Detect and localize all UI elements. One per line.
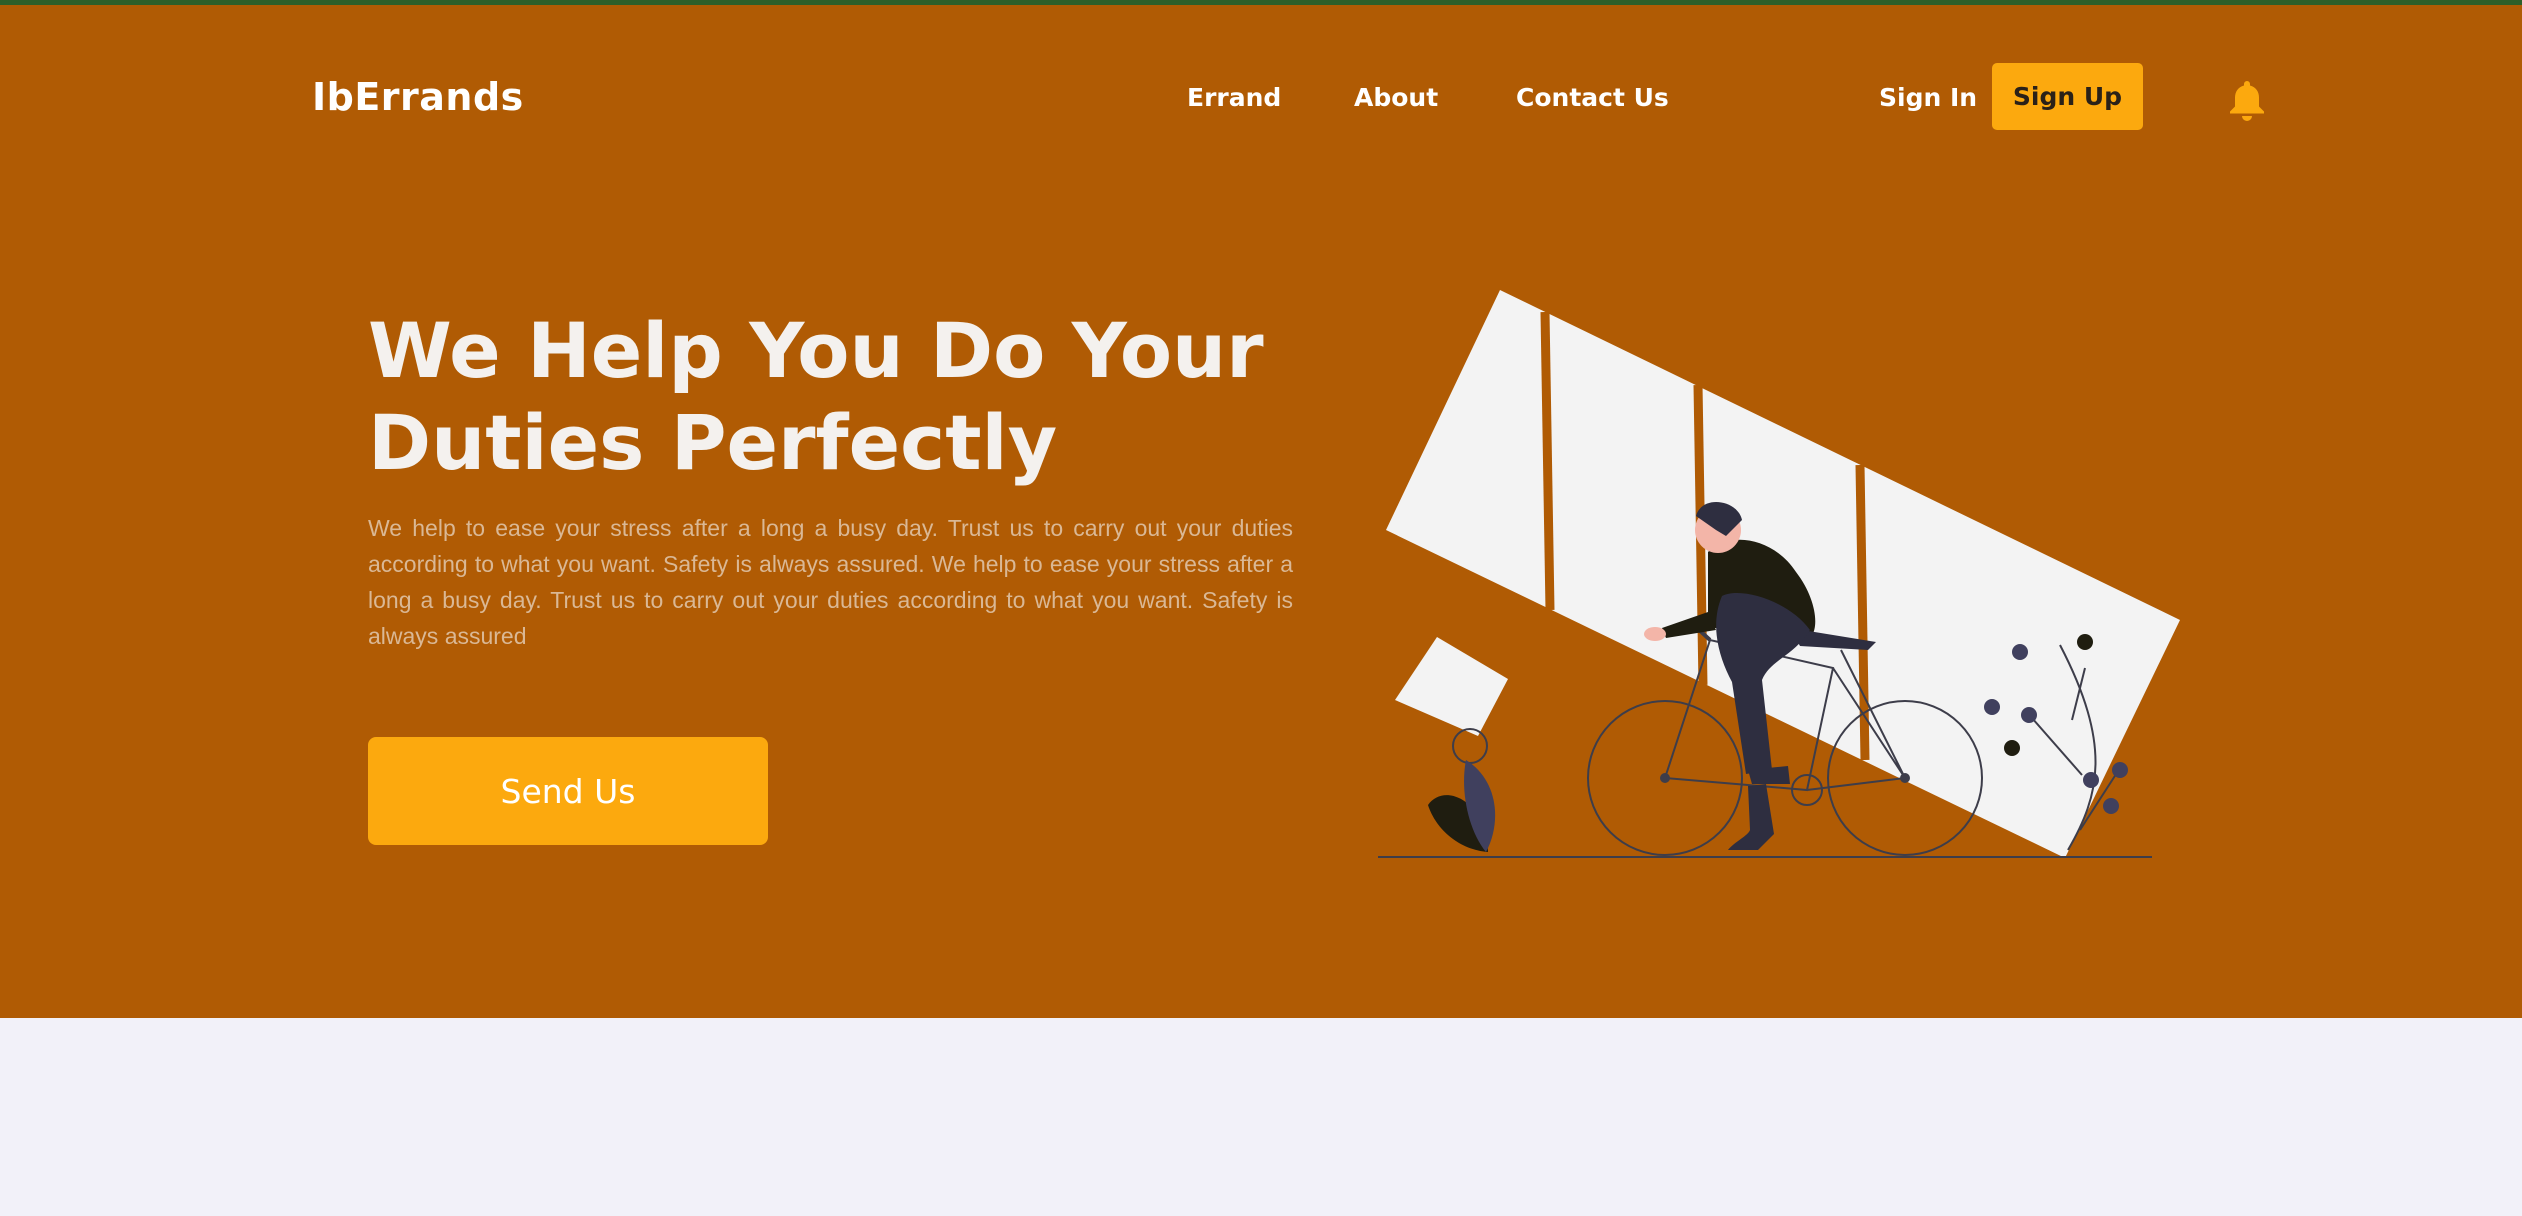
nav-item-contact-us[interactable]: Contact Us [1516, 83, 1669, 112]
nav-item-errand[interactable]: Errand [1187, 83, 1281, 112]
nav-item-about[interactable]: About [1354, 83, 1438, 112]
hero-headline: We Help You Do Your Duties Perfectly [368, 306, 1264, 487]
hero-description: We help to ease your stress after a long… [368, 515, 1293, 649]
send-us-button[interactable]: Send Us [368, 737, 768, 845]
sign-in-link[interactable]: Sign In [1879, 83, 1977, 112]
sign-up-button[interactable]: Sign Up [1992, 63, 2143, 130]
bell-icon[interactable] [2226, 79, 2268, 123]
brand-logo[interactable]: IbErrands [312, 75, 524, 119]
hero-section: IbErrands Errand About Contact Us Sign I… [0, 5, 2522, 1018]
cyclist-illustration [1378, 290, 2180, 858]
